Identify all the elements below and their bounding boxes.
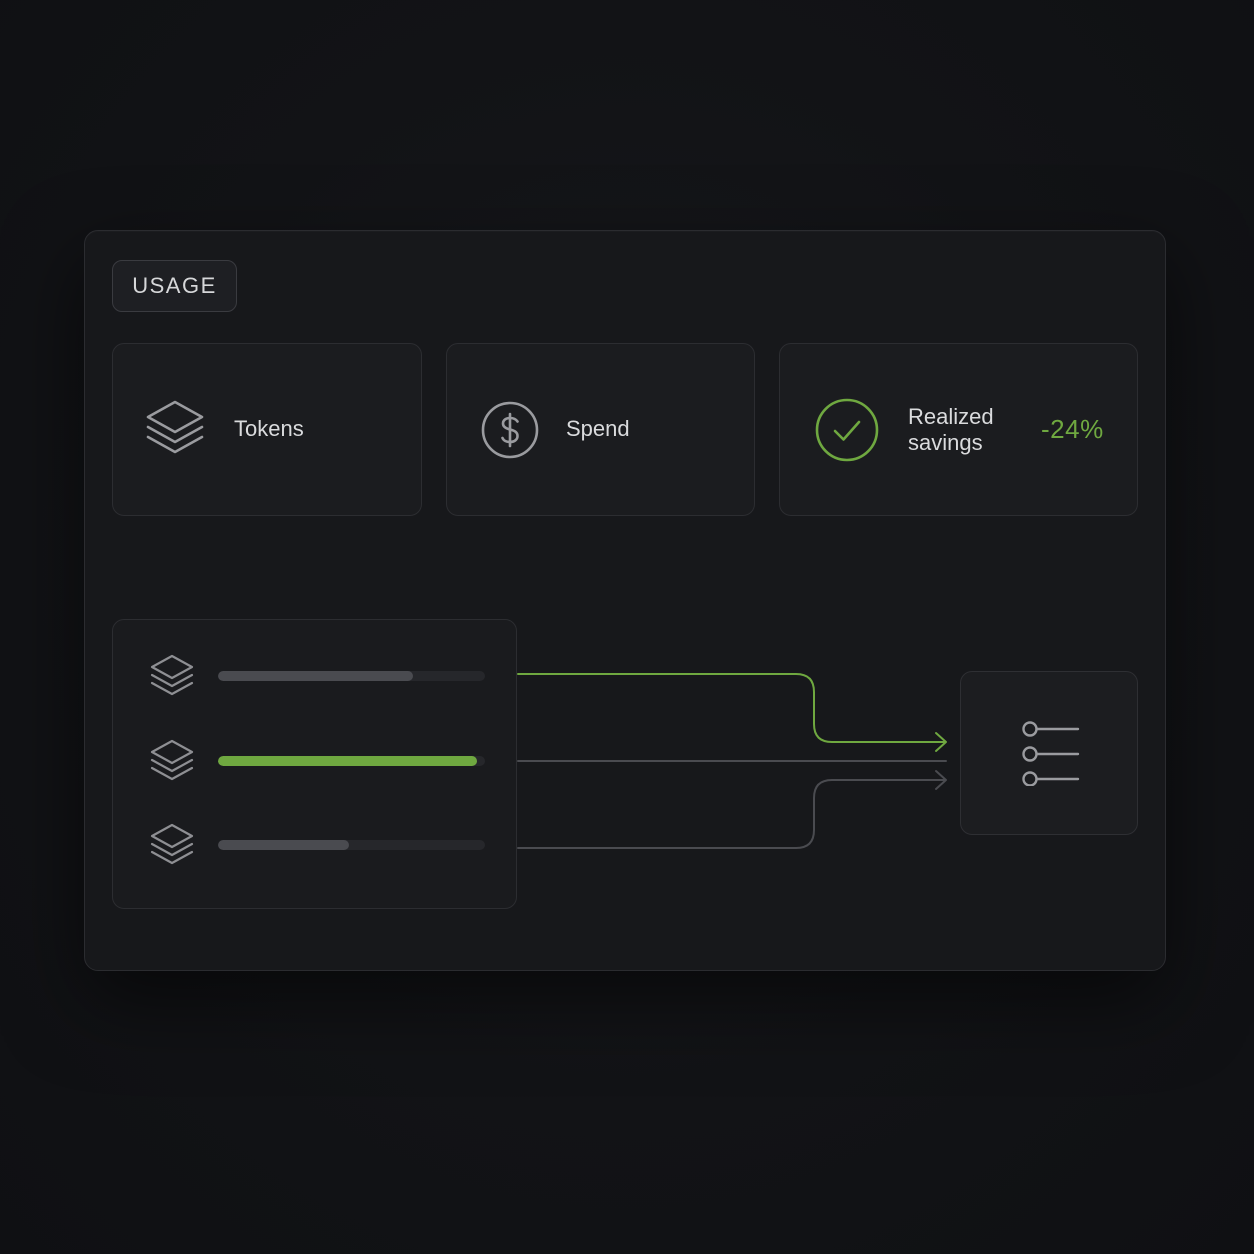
connector-lines <box>517 673 947 849</box>
filter-list-icon <box>1017 716 1085 791</box>
connector-line-top <box>517 673 945 743</box>
connector-line-bottom <box>517 779 945 849</box>
target-node[interactable] <box>960 671 1138 835</box>
